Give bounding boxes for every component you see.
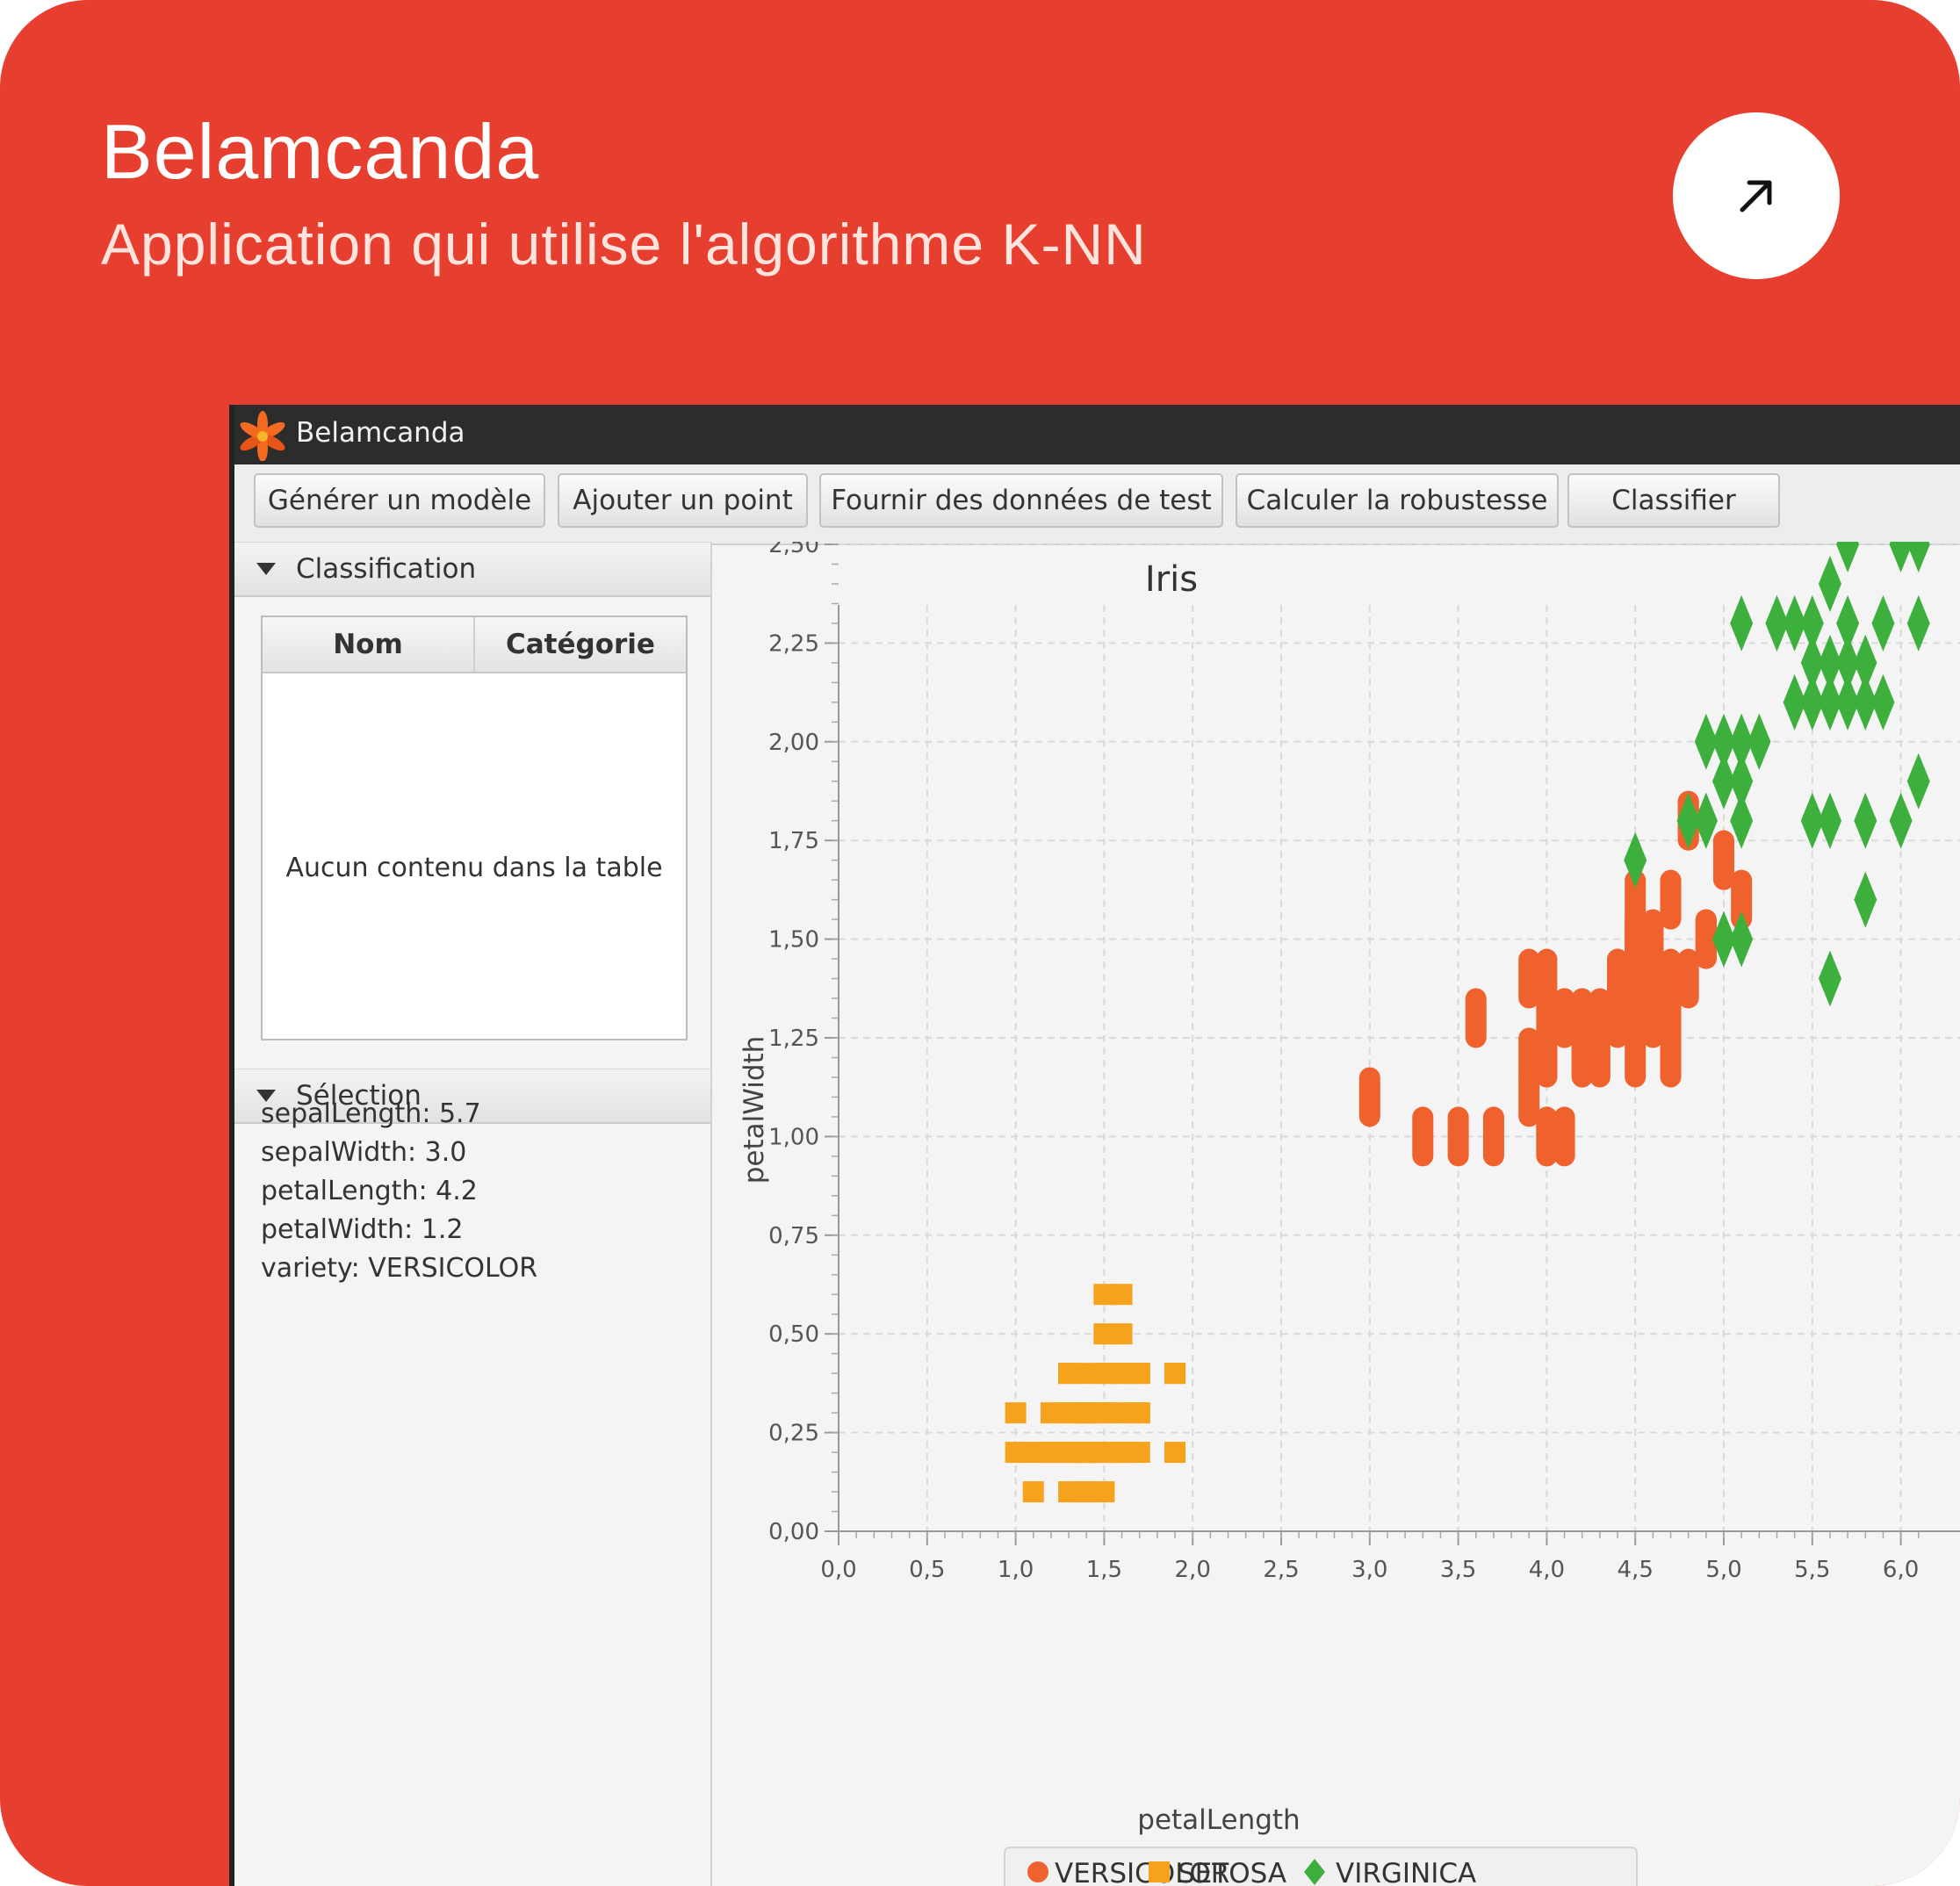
y-tick-label: 0,50 [768,1321,819,1348]
x-tick-label: 3,5 [1440,1557,1476,1583]
y-tick-label: 1,00 [768,1124,819,1150]
project-card: Belamcanda Application qui utilise l'alg… [0,0,1960,1886]
property-petal-width: petalWidth: 1.2 [261,1214,464,1245]
data-point-setosa[interactable] [1058,1363,1080,1385]
chart-legend: VERSICOLOR SETOSA VIRGINICA [1004,1846,1638,1886]
data-point-versicolor[interactable] [1358,1067,1380,1127]
y-tick-label: 0,00 [768,1519,819,1545]
y-tick-label: 1,50 [768,927,819,954]
x-tick-label: 2,0 [1175,1557,1211,1583]
data-point-setosa[interactable] [1022,1481,1044,1503]
column-header-name[interactable]: Nom [263,617,475,672]
lily-flower-icon [240,411,285,461]
data-point-versicolor[interactable] [1465,988,1487,1048]
data-point-setosa[interactable] [1076,1481,1098,1503]
table-empty-message: Aucun contenu dans la table [285,853,663,883]
property-sepal-length: sepalLength: 5.7 [261,1098,481,1129]
data-point-setosa[interactable] [1111,1363,1133,1385]
x-tick-label: 0,0 [820,1557,856,1583]
scatter-chart[interactable]: 0,0 0,5 1,0 1,5 2,0 2,5 3,0 3,5 4,0 4,5 5,0 5,5 6,0 0… [712,542,1960,1886]
add-point-button[interactable]: Ajouter un point [558,473,808,528]
data-point-setosa[interactable] [1076,1402,1098,1424]
data-point-setosa[interactable] [1093,1442,1115,1464]
x-tick-label: 1,5 [1086,1557,1122,1583]
property-variety: variety: VERSICOLOR [261,1253,538,1284]
property-petal-length: petalLength: 4.2 [261,1176,478,1206]
x-tick-label: 0,5 [909,1557,945,1583]
provide-test-data-button[interactable]: Fournir des données de test [819,473,1223,528]
data-point-virginica[interactable] [1818,555,1841,612]
legend-setosa-marker [1149,1861,1170,1882]
data-point-virginica[interactable] [1818,950,1841,1007]
y-tick-label: 0,75 [768,1223,819,1249]
y-tick-label: 2,50 [768,542,819,558]
x-tick-label: 4,0 [1529,1557,1565,1583]
table-header: Nom Catégorie [263,617,686,673]
data-point-versicolor[interactable] [1536,1027,1558,1088]
data-point-versicolor[interactable] [1660,1027,1682,1088]
data-point-versicolor[interactable] [1482,1106,1504,1167]
data-point-setosa[interactable] [1040,1442,1062,1464]
data-point-virginica[interactable] [1906,542,1930,572]
generate-model-button[interactable]: Générer un modèle [254,473,545,528]
data-point-setosa[interactable] [1164,1442,1186,1464]
legend-virginica-label: VIRGINICA [1336,1858,1476,1886]
data-point-versicolor[interactable] [1447,1106,1469,1167]
data-point-setosa[interactable] [1005,1402,1027,1424]
toolbar: Générer un modèle Ajouter un point Fourn… [234,464,1960,545]
y-tick-label: 1,25 [768,1026,819,1052]
classification-panel-header[interactable]: Classification [234,542,710,597]
legend-setosa-label: SETOSA [1178,1858,1286,1886]
chart-title: Iris [1145,559,1198,600]
data-point-versicolor[interactable] [1412,1106,1434,1167]
y-tick-label: 2,25 [768,630,819,657]
y-axis-label: petalWidth [739,1036,770,1184]
selection-properties: sepalLength: 5.7 sepalWidth: 3.0 petalLe… [261,1095,537,1288]
data-point-versicolor[interactable] [1642,909,1664,969]
data-point-setosa[interactable] [1111,1323,1133,1345]
window-titlebar: Belamcanda [234,405,1960,464]
legend-versicolor-marker [1027,1861,1048,1882]
data-point-versicolor[interactable] [1518,948,1540,1009]
data-point-setosa[interactable] [1111,1284,1133,1306]
y-tick-label: 0,25 [768,1421,819,1447]
data-point-virginica[interactable] [1730,752,1754,810]
classification-table[interactable]: Nom Catégorie Aucun contenu dans la tabl… [261,615,688,1040]
x-tick-label: 6,0 [1883,1557,1919,1583]
column-header-category[interactable]: Catégorie [475,617,686,672]
data-point-virginica[interactable] [1854,871,1877,928]
data-point-virginica[interactable] [1747,713,1771,770]
classification-panel-title: Classification [296,553,477,585]
data-point-versicolor[interactable] [1553,1106,1575,1167]
open-project-button[interactable] [1673,112,1840,279]
app-window: Belamcanda Générer un modèle Ajouter un … [229,405,1960,1886]
arrow-up-right-icon [1740,180,1772,212]
y-tick-label: 2,00 [768,730,819,756]
data-point-setosa[interactable] [1128,1402,1150,1424]
x-tick-label: 4,5 [1618,1557,1654,1583]
data-point-virginica[interactable] [1836,542,1860,572]
x-tick-label: 5,0 [1705,1557,1741,1583]
collapse-triangle-icon [256,563,276,575]
data-point-versicolor[interactable] [1571,988,1593,1048]
property-sepal-width: sepalWidth: 3.0 [261,1137,467,1168]
x-tick-label: 1,0 [998,1557,1034,1583]
x-tick-label: 5,5 [1794,1557,1830,1583]
x-tick-label: 2,5 [1263,1557,1299,1583]
y-tick-label: 1,75 [768,828,819,854]
classify-button[interactable]: Classifier [1567,473,1780,528]
data-point-virginica[interactable] [1871,673,1895,731]
left-panel: Classification Nom Catégorie Aucun conte… [234,542,712,1886]
x-axis-label: petalLength [1137,1804,1300,1836]
data-point-virginica[interactable] [1906,752,1930,810]
window-title: Belamcanda [296,417,465,449]
compute-robustness-button[interactable]: Calculer la robustesse [1236,473,1559,528]
x-tick-label: 3,0 [1351,1557,1387,1583]
data-point-virginica[interactable] [1765,594,1789,651]
card-subtitle: Application qui utilise l'algorithme K-N… [101,212,1147,277]
data-point-setosa[interactable] [1164,1363,1186,1385]
card-title: Belamcanda [101,108,540,195]
